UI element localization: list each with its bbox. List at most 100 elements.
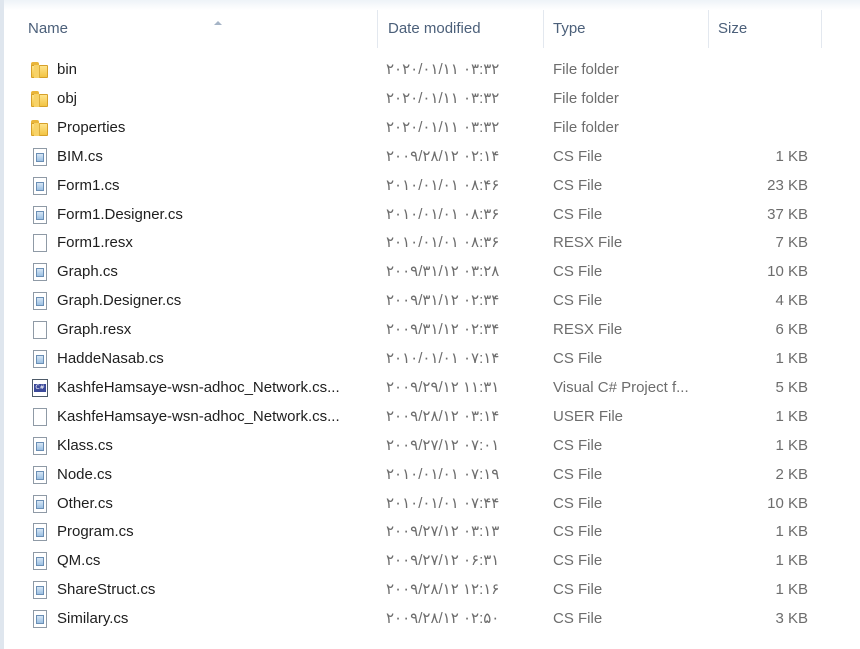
file-row[interactable]: Properties ۲۰۲۰/۰۱/۱۱ ۰۳:۳۲ File folder <box>0 113 860 142</box>
file-type: RESX File <box>553 321 623 339</box>
cs-file-icon <box>30 494 50 513</box>
file-name: Graph.resx <box>57 321 132 339</box>
file-row[interactable]: KashfeHamsaye-wsn-adhoc_Network.cs... ۲۰۰… <box>0 402 860 431</box>
column-header-name-label: Name <box>28 20 69 37</box>
file-size: 10 KB <box>767 494 808 512</box>
column-header-type[interactable]: Type <box>547 10 709 48</box>
file-row[interactable]: Graph.Designer.cs ۲۰۰۹/۳۱/۱۲ ۰۲:۳۴ CS File… <box>0 286 860 315</box>
file-name: Klass.cs <box>57 436 113 454</box>
column-header-date-label: Date modified <box>388 20 481 37</box>
file-date-modified: ۲۰۱۰/۰۱/۰۱ ۰۸:۳۶ <box>386 234 500 252</box>
file-row[interactable]: obj ۲۰۲۰/۰۱/۱۱ ۰۳:۳۲ File folder <box>0 84 860 113</box>
cs-file-icon <box>30 551 50 571</box>
file-size: 1 KB <box>775 523 808 541</box>
file-type: CS File <box>553 205 603 223</box>
file-row[interactable]: HaddeNasab.cs ۲۰۱۰/۰۱/۰۱ ۰۷:۱۴ CS File 1 KB <box>0 344 860 373</box>
file-size: 4 KB <box>775 292 808 310</box>
file-date-modified: ۲۰۲۰/۰۱/۱۱ ۰۳:۳۲ <box>386 61 500 78</box>
cs-file-icon <box>30 291 50 311</box>
file-row[interactable]: ShareStruct.cs ۲۰۰۹/۲۸/۱۲ ۱۲:۱۶ CS File 1 K… <box>0 575 860 604</box>
file-row[interactable]: Program.cs ۲۰۰۹/۲۷/۱۲ ۰۳:۱۳ CS File 1 KB <box>0 517 860 546</box>
file-date-modified: ۲۰۰۹/۲۸/۱۲ ۱۲:۱۶ <box>386 581 500 599</box>
cs-file-icon <box>30 147 50 166</box>
file-type: CS File <box>553 292 603 310</box>
file-name: Properties <box>57 118 126 136</box>
file-date-modified: ۲۰۰۹/۳۱/۱۲ ۰۳:۲۸ <box>386 263 500 281</box>
file-date-modified: ۲۰۰۹/۲۷/۱۲ ۰۳:۱۳ <box>386 523 500 541</box>
file-size: 2 KB <box>775 465 808 483</box>
file-size: 37 KB <box>767 205 808 223</box>
file-row[interactable]: Other.cs ۲۰۱۰/۰۱/۰۱ ۰۷:۴۴ CS File 10 KB <box>0 489 860 518</box>
file-date-modified: ۲۰۱۰/۰۱/۰۱ ۰۷:۱۴ <box>386 350 500 367</box>
file-date-modified: ۲۰۰۹/۲۹/۱۲ ۱۱:۳۱ <box>386 378 500 396</box>
file-date-modified: ۲۰۱۰/۰۱/۰۱ ۰۷:۴۴ <box>386 494 500 512</box>
file-name: Form1.resx <box>57 234 133 252</box>
column-header-date-modified[interactable]: Date modified <box>382 10 544 48</box>
cs-file-icon <box>30 522 50 542</box>
file-date-modified: ۲۰۰۹/۲۷/۱۲ ۰۷:۰۱ <box>386 436 500 454</box>
file-size: 10 KB <box>767 263 808 281</box>
file-date-modified: ۲۰۰۹/۳۱/۱۲ ۰۲:۳۴ <box>386 321 500 339</box>
file-name: HaddeNasab.cs <box>57 350 164 367</box>
file-type: File folder <box>553 89 619 107</box>
file-row[interactable]: QM.cs ۲۰۰۹/۲۷/۱۲ ۰۶:۳۱ CS File 1 KB <box>0 546 860 575</box>
file-date-modified: ۲۰۱۰/۰۱/۰۱ ۰۷:۱۹ <box>386 465 500 483</box>
file-row[interactable]: Form1.cs ۲۰۱۰/۰۱/۰۱ ۰۸:۴۶ CS File 23 KB <box>0 171 860 200</box>
file-row[interactable]: BIM.cs ۲۰۰۹/۲۸/۱۲ ۰۲:۱۴ CS File 1 KB <box>0 142 860 171</box>
file-type: CS File <box>553 350 603 367</box>
file-type: CS File <box>553 552 603 570</box>
file-type: CS File <box>553 263 603 281</box>
file-type: RESX File <box>553 234 623 252</box>
folder-icon <box>30 89 50 108</box>
document-icon <box>30 233 50 253</box>
file-size: 1 KB <box>775 147 808 165</box>
folder-icon <box>30 60 50 79</box>
file-size: 5 KB <box>775 378 808 396</box>
file-row[interactable]: C# KashfeHamsaye-wsn-adhoc_Network.cs... ۲… <box>0 373 860 402</box>
file-type: CS File <box>553 176 603 194</box>
file-size: 3 KB <box>775 610 808 628</box>
file-date-modified: ۲۰۲۰/۰۱/۱۱ ۰۳:۳۲ <box>386 89 500 107</box>
file-row[interactable]: Similary.cs ۲۰۰۹/۲۸/۱۲ ۰۲:۵۰ CS File 3 KB <box>0 604 860 633</box>
file-date-modified: ۲۰۰۹/۲۷/۱۲ ۰۶:۳۱ <box>386 552 500 570</box>
cs-file-icon <box>30 580 50 600</box>
file-size: 1 KB <box>775 581 808 599</box>
sort-ascending-icon <box>214 21 222 25</box>
cs-file-icon <box>30 465 50 484</box>
file-row[interactable]: Form1.Designer.cs ۲۰۱۰/۰۱/۰۱ ۰۸:۳۶ CS File… <box>0 200 860 229</box>
file-date-modified: ۲۰۰۹/۳۱/۱۲ ۰۲:۳۴ <box>386 292 500 310</box>
file-name: ShareStruct.cs <box>57 581 156 599</box>
file-size <box>710 113 808 142</box>
file-size <box>710 84 808 113</box>
column-header-name[interactable]: Name <box>22 10 378 48</box>
file-date-modified: ۲۰۰۹/۲۸/۱۲ ۰۲:۱۴ <box>386 147 500 165</box>
file-size: 1 KB <box>775 407 808 425</box>
cs-file-icon <box>30 436 50 455</box>
file-type: CS File <box>553 465 603 483</box>
file-size: 1 KB <box>775 350 808 367</box>
file-name: Node.cs <box>57 465 113 483</box>
file-name: BIM.cs <box>57 147 103 165</box>
cs-file-icon <box>30 205 50 224</box>
file-size <box>710 55 808 84</box>
file-type: CS File <box>553 147 603 165</box>
file-size: 6 KB <box>775 321 808 339</box>
file-row[interactable]: Graph.resx ۲۰۰۹/۳۱/۱۲ ۰۲:۳۴ RESX File 6 KB <box>0 315 860 344</box>
file-type: CS File <box>553 610 603 628</box>
cs-file-icon <box>30 609 50 629</box>
file-name: KashfeHamsaye-wsn-adhoc_Network.cs... <box>57 378 340 396</box>
file-row[interactable]: Node.cs ۲۰۱۰/۰۱/۰۱ ۰۷:۱۹ CS File 2 KB <box>0 460 860 489</box>
file-row[interactable]: Klass.cs ۲۰۰۹/۲۷/۱۲ ۰۷:۰۱ CS File 1 KB <box>0 431 860 460</box>
file-row[interactable]: Form1.resx ۲۰۱۰/۰۱/۰۱ ۰۸:۳۶ RESX File 7 KB <box>0 228 860 257</box>
file-row[interactable]: bin ۲۰۲۰/۰۱/۱۱ ۰۳:۳۲ File folder <box>0 55 860 84</box>
file-name: Form1.cs <box>57 176 120 194</box>
file-row[interactable]: Graph.cs ۲۰۰۹/۳۱/۱۲ ۰۳:۲۸ CS File 10 KB <box>0 257 860 286</box>
file-size: 7 KB <box>775 234 808 252</box>
column-header-size[interactable]: Size <box>712 10 822 48</box>
file-type: CS File <box>553 494 603 512</box>
file-type: CS File <box>553 436 603 454</box>
file-name: KashfeHamsaye-wsn-adhoc_Network.cs... <box>57 407 340 425</box>
folder-icon <box>30 118 50 137</box>
file-date-modified: ۲۰۲۰/۰۱/۱۱ ۰۳:۳۲ <box>386 118 500 136</box>
file-name: Other.cs <box>57 494 113 512</box>
